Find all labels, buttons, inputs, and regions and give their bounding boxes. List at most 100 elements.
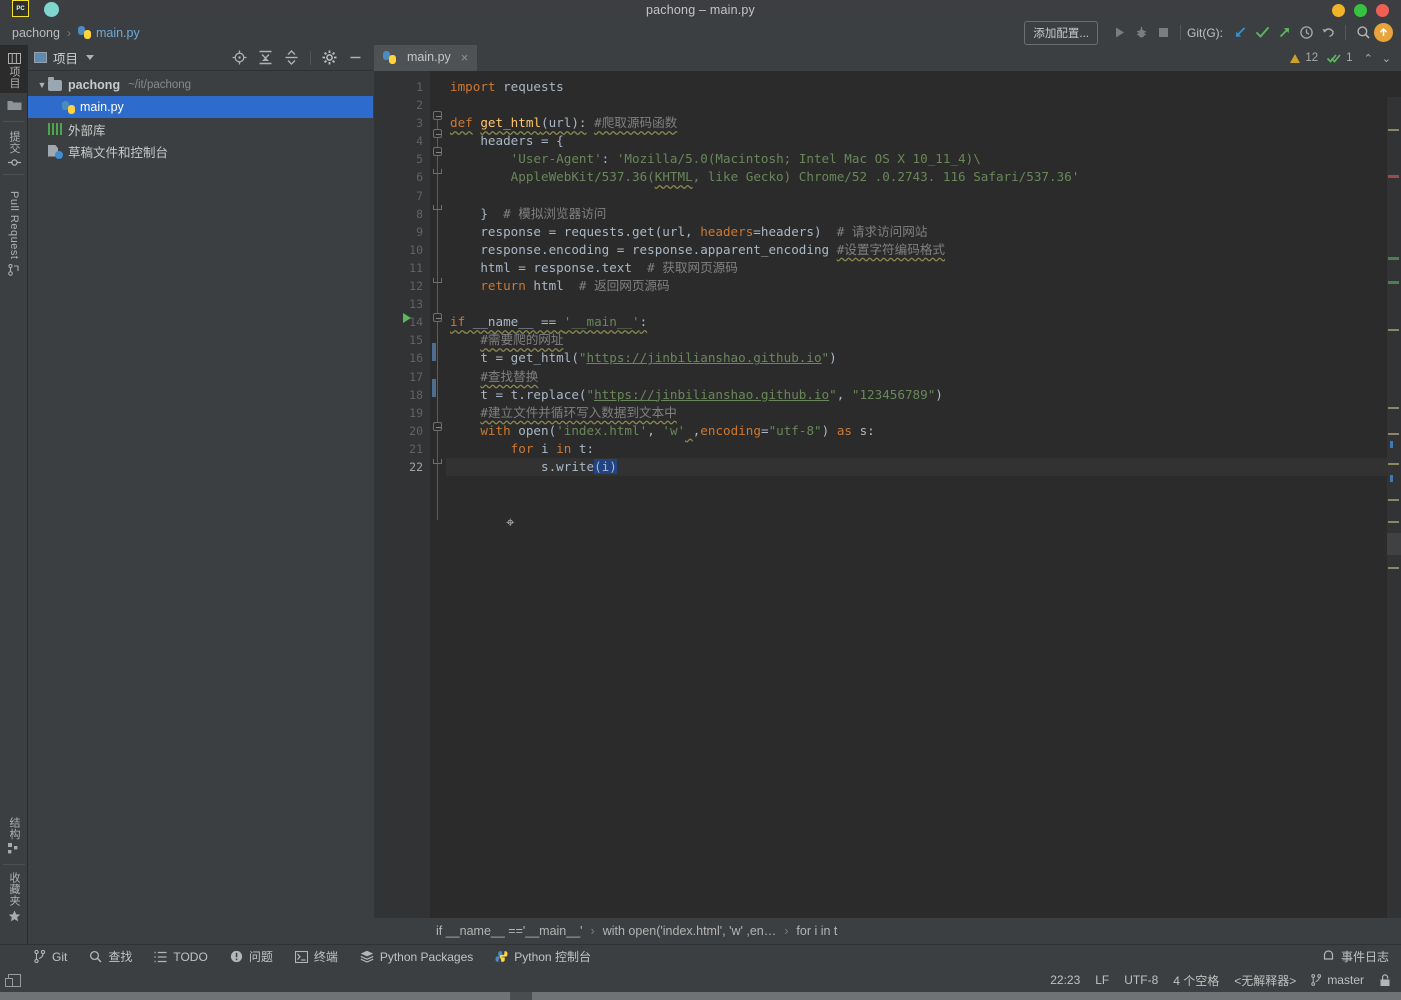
tree-node-scratches[interactable]: 草稿文件和控制台 [28,140,373,162]
lock-icon[interactable] [1379,973,1391,987]
fold-end-marker[interactable] [433,205,442,210]
bottom-item-python-console[interactable]: Python 控制台 [495,948,591,965]
line-number: 15 [409,333,423,348]
stop-button[interactable] [1152,22,1174,44]
event-log-label: 事件日志 [1340,950,1389,964]
sidebar-item-pull-request-label: Pull Request [8,190,20,260]
breadcrumb-project[interactable]: pachong [12,26,60,40]
git-push-icon[interactable] [1273,22,1295,44]
gear-icon[interactable] [322,50,337,65]
tree-node-label: pachong [68,78,121,92]
scrollbar-thumb[interactable] [1387,533,1401,555]
debug-button[interactable] [1130,22,1152,44]
line-number: 12 [409,279,423,294]
code-line: s.write(i) [446,457,1401,477]
next-problem-button[interactable]: ⌄ [1382,52,1391,65]
code-line: headers = { [450,133,564,149]
fold-marker[interactable] [433,313,442,322]
git-menu-label[interactable]: Git(G): [1187,26,1223,40]
tree-node-pachong[interactable]: ▼ pachong ~/it/pachong [28,74,373,96]
fold-end-marker[interactable] [433,459,442,464]
bottom-item-problems[interactable]: 问题 [230,948,273,965]
inspection-widget[interactable]: 12 1 ⌃ ⌄ [1290,45,1401,71]
close-icon[interactable]: × [461,50,469,65]
git-commit-icon[interactable] [1251,22,1273,44]
scratches-icon [48,145,63,159]
bottom-item-terminal[interactable]: 终端 [294,948,338,965]
cursor-position[interactable]: 22:23 [1050,973,1080,987]
line-separator[interactable]: LF [1095,973,1109,987]
sidebar-item-commit[interactable]: 提交 [0,126,28,170]
python-file-icon [77,26,91,39]
toolstrip-divider [3,121,24,122]
bottom-item-find[interactable]: 查找 [89,948,132,965]
revert-icon[interactable] [1317,22,1339,44]
breadcrumb-item[interactable]: with open('index.html', 'w' ,en… [603,924,777,938]
line-number: 9 [416,224,423,239]
line-number: 17 [409,369,423,384]
code-line: AppleWebKit/537.36(KHTML, like Gecko) Ch… [510,169,1080,185]
sidebar-item-structure[interactable]: 结构 [0,810,28,860]
maximize-button[interactable] [1354,4,1367,17]
locate-icon[interactable] [232,50,247,65]
breadcrumb-item[interactable]: for i in t [796,924,837,938]
toolbar-divider [1180,25,1181,40]
minimize-button[interactable] [1332,4,1345,17]
sidebar-item-structure-label: 结构 [8,816,20,840]
tree-node-main-py[interactable]: main.py [28,96,373,118]
fold-marker[interactable] [433,422,442,431]
git-branch-widget[interactable]: master [1311,973,1364,987]
sidebar-item-project[interactable]: 项目 [0,45,28,93]
collapse-all-icon[interactable] [284,50,299,65]
hide-panel-icon[interactable] [348,50,363,65]
bottom-item-python-packages[interactable]: Python Packages [360,950,473,964]
breadcrumb-separator: › [590,924,595,938]
fold-marker[interactable] [433,147,442,156]
sidebar-item-favorites[interactable]: 收藏夹 [0,869,28,925]
line-number: 22 [409,459,423,474]
editor-marker-strip[interactable] [1387,97,1401,944]
sidebar-item-folder[interactable] [0,93,28,117]
git-update-project-icon[interactable] [1229,22,1251,44]
add-configuration-button[interactable]: 添加配置... [1024,20,1098,45]
fold-marker[interactable] [433,129,442,138]
run-button[interactable] [1108,22,1130,44]
toggle-tool-windows-icon[interactable] [5,973,21,987]
update-available-badge[interactable] [1374,23,1393,42]
chevron-down-icon[interactable] [86,55,95,60]
prev-problem-button[interactable]: ⌃ [1364,52,1373,65]
search-everywhere-icon[interactable] [1352,22,1374,44]
sidebar-item-pull-request[interactable]: Pull Request [0,179,28,284]
file-encoding[interactable]: UTF-8 [1124,973,1158,987]
breadcrumb-file[interactable]: main.py [96,26,140,40]
code-text[interactable]: import requests def get_html(url): #爬取源码… [446,71,1401,918]
code-folding-gutter[interactable] [430,71,446,918]
structure-icon [8,842,18,853]
fold-marker[interactable] [433,111,442,120]
inspection-check-icon [1327,54,1341,63]
python-interpreter[interactable]: <无解释器> [1234,972,1296,989]
breadcrumb-item[interactable]: if __name__ =='__main__' [436,924,583,938]
tree-node-label: 草稿文件和控制台 [68,145,169,160]
sidebar-item-favorites-label: 收藏夹 [8,872,20,907]
expand-all-icon[interactable] [258,50,273,65]
left-tool-window-strip: 项目 提交 Pull Request 结构 收藏夹 [0,45,28,980]
indent-setting[interactable]: 4 个空格 [1173,972,1219,989]
chevron-down-icon[interactable]: ▼ [36,80,48,90]
line-number-gutter[interactable]: 1 2 3 4 5 6 7 8 9 10 11 12 13 14 15 16 1… [374,71,430,918]
project-tree[interactable]: ▼ pachong ~/it/pachong main.py 外部库 草稿文件和… [28,71,373,918]
mouse-text-cursor: ⌖ [506,513,515,531]
fold-end-marker[interactable] [433,169,442,174]
code-editor[interactable]: 1 2 3 4 5 6 7 8 9 10 11 12 13 14 15 16 1… [374,71,1401,944]
history-clock-icon[interactable] [1295,22,1317,44]
run-gutter-icon[interactable] [403,313,411,323]
fold-end-marker[interactable] [433,278,442,283]
bottom-item-todo[interactable]: TODO [154,950,208,964]
bottom-item-label: 问题 [248,950,273,964]
close-button[interactable] [1376,4,1389,17]
tree-node-external-libraries[interactable]: 外部库 [28,118,373,140]
event-log-button[interactable]: 事件日志 [1322,948,1401,965]
tab-main-py[interactable]: main.py × [374,45,478,71]
window-controls[interactable] [1332,4,1389,17]
bottom-item-git[interactable]: Git [34,950,67,964]
